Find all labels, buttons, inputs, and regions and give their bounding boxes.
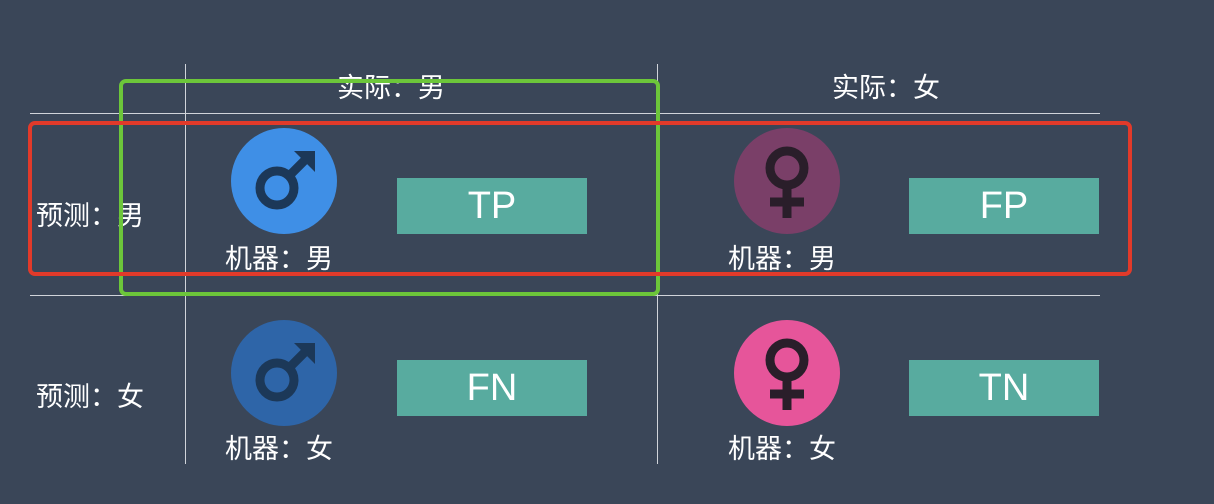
- predicted-male-row-highlight: [28, 121, 1132, 276]
- row-header-predicted-female: 预测：女: [36, 382, 144, 413]
- fn-badge: FN: [397, 360, 587, 416]
- machine-label-tn: 机器：女: [728, 434, 836, 465]
- machine-label-fn: 机器：女: [225, 434, 333, 465]
- male-symbol-icon: [231, 320, 337, 426]
- column-header-actual-female: 实际：女: [832, 73, 940, 104]
- female-symbol-icon: [734, 320, 840, 426]
- tn-badge: TN: [909, 360, 1099, 416]
